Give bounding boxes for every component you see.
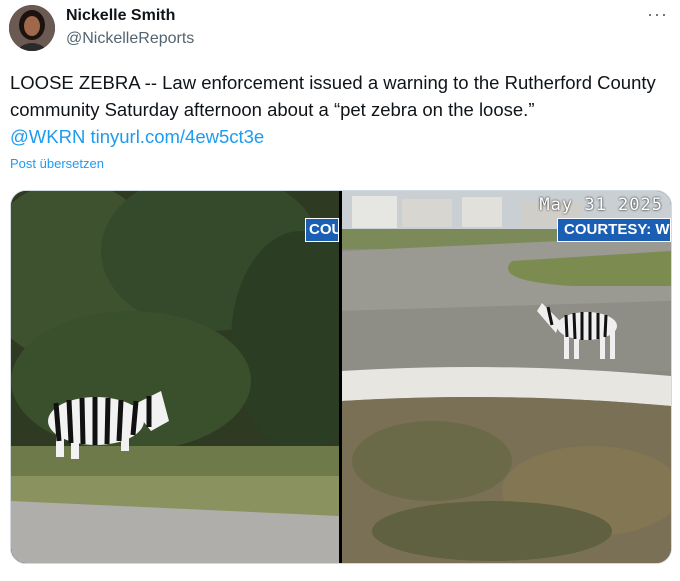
zebra-street-image bbox=[342, 191, 671, 563]
more-options-icon[interactable]: ··· bbox=[647, 4, 668, 25]
photo-zebra-roadside[interactable]: COU bbox=[11, 191, 339, 563]
post-links: @WKRN tinyurl.com/4ew5ct3e bbox=[10, 123, 264, 150]
news-badge-left: COU bbox=[305, 218, 339, 242]
media-grid: COU bbox=[10, 190, 672, 564]
photo-zebra-street[interactable]: May 31 2025 COURTESY: W bbox=[342, 191, 671, 563]
translate-link[interactable]: Post übersetzen bbox=[10, 156, 104, 171]
avatar[interactable] bbox=[9, 5, 55, 51]
url-link[interactable]: tinyurl.com/4ew5ct3e bbox=[90, 126, 264, 147]
zebra-roadside-image bbox=[11, 191, 339, 563]
author-handle[interactable]: @NickelleReports bbox=[66, 30, 194, 48]
mention-link[interactable]: @WKRN bbox=[10, 126, 85, 147]
author-name[interactable]: Nickelle Smith bbox=[66, 7, 175, 25]
video-timestamp: May 31 2025 bbox=[539, 195, 663, 215]
post-text: LOOSE ZEBRA -- Law enforcement issued a … bbox=[10, 72, 656, 120]
profile-photo-icon bbox=[9, 5, 55, 51]
news-badge-right: COURTESY: W bbox=[557, 218, 671, 242]
